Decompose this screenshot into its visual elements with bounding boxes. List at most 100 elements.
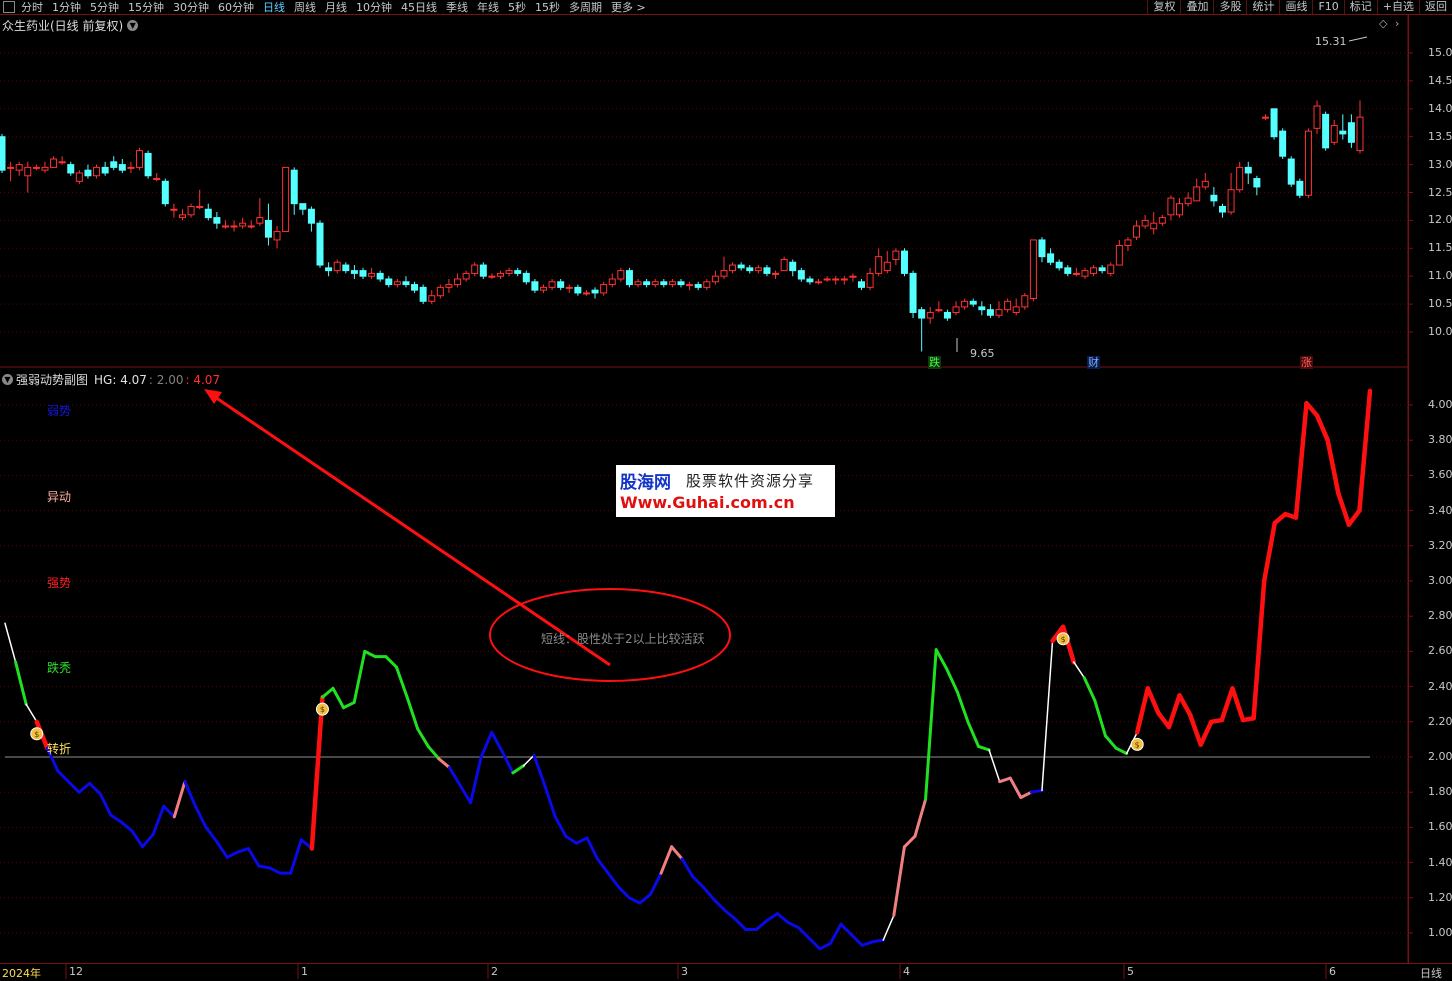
hg-line-segment xyxy=(659,845,674,875)
candle-body xyxy=(368,272,376,277)
svg-text:$: $ xyxy=(320,705,325,714)
candle-body xyxy=(273,231,281,241)
hg-line-segment xyxy=(246,847,261,868)
candle-body xyxy=(961,300,969,308)
candle-body xyxy=(789,261,797,272)
indicator-tick-label: 1.20 xyxy=(1428,890,1452,904)
indicator-tick-label: 2.40 xyxy=(1428,679,1452,693)
hg-line-segment xyxy=(236,847,250,854)
watermark-url: Www.Guhai.com.cn xyxy=(620,493,795,512)
candle-body xyxy=(24,166,32,177)
candle-body xyxy=(221,225,229,228)
candle-body xyxy=(849,275,857,278)
money-bag-icon: $ xyxy=(1130,737,1144,751)
candle-body xyxy=(153,178,161,181)
candle-body xyxy=(943,311,951,319)
candle-body xyxy=(213,217,221,224)
indicator-tick-label: 1.80 xyxy=(1428,785,1452,799)
hg-line-segment xyxy=(998,776,1012,784)
candle-body xyxy=(737,264,745,269)
candle-body xyxy=(93,166,101,177)
hg-line-segment xyxy=(1072,661,1086,679)
candle-body xyxy=(41,166,49,171)
candle-body xyxy=(264,219,272,238)
candle-body xyxy=(797,270,805,280)
candle-body xyxy=(600,284,608,294)
candle-body xyxy=(282,166,290,233)
hg-line-segment xyxy=(775,912,790,924)
price-tick-label: 10.00 xyxy=(1428,325,1452,338)
price-tick-label: 13.00 xyxy=(1428,157,1452,171)
indicator-tick-label: 3.80 xyxy=(1428,433,1452,447)
candle-body xyxy=(161,180,169,205)
candle-body xyxy=(686,284,694,287)
die-marker[interactable]: 跌 xyxy=(928,356,941,369)
hg-line-segment xyxy=(934,648,949,671)
hg-line-segment xyxy=(56,769,70,784)
candle-body xyxy=(754,267,762,272)
hg-line-segment xyxy=(1082,676,1097,703)
hg-line-segment xyxy=(924,648,938,801)
candle-body xyxy=(909,272,917,313)
hg-line-segment xyxy=(1041,640,1054,792)
hg-line-segment xyxy=(395,665,409,699)
candle-body xyxy=(1124,239,1132,247)
hg-line-segment xyxy=(648,871,663,896)
hg-line-segment xyxy=(88,781,102,796)
hg-line-segment xyxy=(352,649,367,704)
hg-line-segment xyxy=(627,896,642,905)
candle-body xyxy=(883,261,891,272)
candle-body xyxy=(857,281,865,288)
hg-line-segment xyxy=(691,875,705,889)
candle-body xyxy=(144,152,152,177)
candle-body xyxy=(1253,178,1261,188)
chevron-right-icon[interactable]: › xyxy=(1395,17,1399,30)
candle-body xyxy=(471,264,479,274)
level-label-diexiu: 跌秃 xyxy=(47,661,72,675)
hg-line-segment xyxy=(331,686,346,710)
zhang-marker[interactable]: 涨 xyxy=(1300,356,1313,369)
candle-body xyxy=(350,270,358,274)
hg-line-segment xyxy=(712,898,727,912)
hg-line-segment xyxy=(617,885,631,900)
high-price-label: 15.31 xyxy=(1315,35,1347,48)
hg-line-segment xyxy=(511,764,525,775)
hg-line-segment xyxy=(1230,686,1246,723)
candle-body xyxy=(462,272,470,280)
month-label: 2 xyxy=(491,965,498,978)
candle-body xyxy=(299,203,307,210)
hg-line-segment xyxy=(1219,686,1235,723)
candle-body xyxy=(376,272,384,280)
candle-body xyxy=(316,222,324,266)
hg-line-segment xyxy=(871,938,885,944)
indicator-tick-label: 3.20 xyxy=(1428,538,1452,552)
candle-body xyxy=(746,267,754,272)
candle-body xyxy=(1261,116,1269,119)
hg-line-segment xyxy=(183,780,197,808)
candle-body xyxy=(247,225,255,228)
candle-body xyxy=(1287,158,1295,185)
candle-body xyxy=(651,281,659,286)
candle-body xyxy=(178,214,186,219)
candle-body xyxy=(617,270,625,280)
candle-body xyxy=(918,309,926,319)
hg-line-segment xyxy=(25,703,38,723)
cai-marker[interactable]: 财 xyxy=(1087,356,1100,369)
candle-body xyxy=(1339,130,1347,135)
indicator-tick-label: 1.40 xyxy=(1428,855,1452,869)
hg-line-segment xyxy=(268,866,282,875)
hg-line-segment xyxy=(680,857,695,879)
hg-line-segment xyxy=(1134,686,1151,735)
hg-line-segment xyxy=(469,755,483,805)
candle-body xyxy=(1313,105,1321,129)
hg-line-segment xyxy=(141,832,155,849)
hg-line-segment xyxy=(1325,437,1341,496)
candle-body xyxy=(703,281,711,288)
diamond-icon[interactable]: ◇ xyxy=(1379,17,1387,30)
candle-body xyxy=(1304,130,1312,196)
hg-line-segment xyxy=(1114,746,1129,755)
watermark-slogan: 股票软件资源分享 xyxy=(686,472,815,490)
hg-line-segment xyxy=(162,804,176,819)
money-bag-icon: $ xyxy=(1056,632,1070,646)
hg-line-segment xyxy=(66,780,81,794)
